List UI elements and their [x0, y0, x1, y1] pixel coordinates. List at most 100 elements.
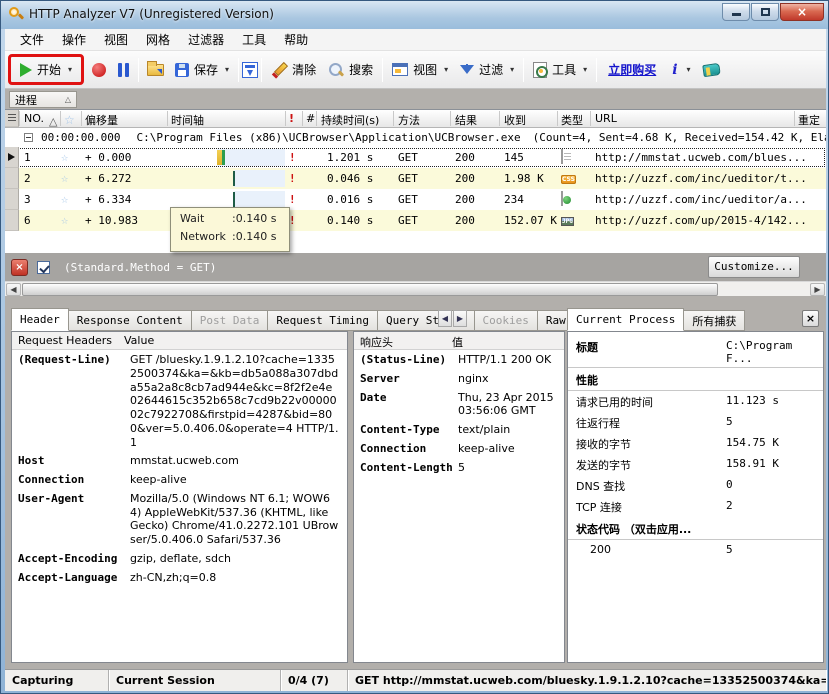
- request-headers-columns: Request Headers Value: [12, 332, 347, 350]
- col-result[interactable]: 结果: [455, 112, 477, 128]
- col-url[interactable]: URL: [595, 112, 617, 125]
- table-row[interactable]: 6 ☆ + 10.983 ! 0.140 s GET 200 152.07 K …: [5, 210, 826, 231]
- col-offset[interactable]: 偏移量: [85, 112, 118, 128]
- header-name: Content-Length: [360, 461, 458, 475]
- buy-now-link[interactable]: 立即购买: [600, 61, 664, 78]
- header-row[interactable]: Connection keep-alive: [354, 439, 564, 458]
- table-row[interactable]: 1 ☆ + 0.000 ! 1.201 s GET 200 145 http:/…: [5, 147, 826, 168]
- table-row[interactable]: 2 ☆ + 6.272 ! 0.046 s GET 200 1.98 K CSS…: [5, 168, 826, 189]
- header-name: User-Agent: [18, 492, 130, 547]
- tab-post-data[interactable]: Post Data: [192, 310, 269, 331]
- tab-scroll-right-icon[interactable]: ▶: [453, 310, 467, 327]
- col-redirect[interactable]: 重定: [798, 112, 820, 128]
- header-row[interactable]: (Status-Line) HTTP/1.1 200 OK: [354, 350, 564, 369]
- customize-button[interactable]: Customize...: [708, 256, 800, 278]
- header-row[interactable]: Accept-Encoding gzip, deflate, sdch: [12, 549, 347, 568]
- menu-filter[interactable]: 过滤器: [179, 28, 233, 51]
- header-row[interactable]: User-Agent Mozilla/5.0 (Windows NT 6.1; …: [12, 489, 347, 549]
- menu-file[interactable]: 文件: [11, 28, 53, 51]
- clear-button[interactable]: 清除: [265, 57, 322, 82]
- header-row[interactable]: Date Thu, 23 Apr 2015 03:56:06 GMT: [354, 388, 564, 421]
- group-by-process-tab[interactable]: 进程 △: [9, 91, 77, 108]
- chevron-down-icon[interactable]: ▾: [68, 65, 72, 74]
- header-row[interactable]: Content-Type text/plain: [354, 420, 564, 439]
- tooltip-wait-value: :0.140 s: [232, 212, 276, 230]
- star-icon[interactable]: ☆: [61, 192, 68, 206]
- tab-request-timing[interactable]: Request Timing: [268, 310, 378, 331]
- filter-enabled-checkbox[interactable]: [37, 261, 50, 274]
- close-button[interactable]: ×: [780, 3, 824, 21]
- col-value[interactable]: Value: [124, 332, 154, 349]
- col-star-icon[interactable]: ☆: [64, 113, 75, 127]
- col-hash[interactable]: #: [306, 112, 315, 125]
- save-button[interactable]: 保存 ▾: [169, 57, 235, 82]
- scroll-right-icon[interactable]: ▶: [810, 283, 825, 296]
- tools-button[interactable]: 工具 ▾: [527, 57, 593, 82]
- col-response-headers[interactable]: 响应头: [354, 332, 452, 349]
- col-duration[interactable]: 持续时间(s): [321, 112, 379, 128]
- chevron-down-icon[interactable]: ▾: [510, 65, 514, 74]
- open-session-button[interactable]: [147, 64, 164, 76]
- star-icon[interactable]: ☆: [61, 171, 68, 185]
- star-icon[interactable]: ☆: [61, 213, 68, 227]
- maximize-button[interactable]: [751, 3, 779, 21]
- info-button[interactable]: i ▾: [664, 58, 696, 82]
- scroll-left-icon[interactable]: ◀: [6, 283, 21, 296]
- col-timeline[interactable]: 时间轴: [171, 112, 204, 128]
- tab-scroll-left-icon[interactable]: ◀: [438, 310, 452, 327]
- chevron-down-icon[interactable]: ▾: [583, 65, 587, 74]
- header-row[interactable]: Host mmstat.ucweb.com: [12, 451, 347, 470]
- menu-action[interactable]: 操作: [53, 28, 95, 51]
- header-row[interactable]: Server nginx: [354, 369, 564, 388]
- col-error[interactable]: !: [289, 112, 294, 125]
- group-by-label: 进程: [15, 92, 37, 108]
- header-row[interactable]: Connection keep-alive: [12, 470, 347, 489]
- header-row[interactable]: (Request-Line) GET /bluesky.1.9.1.2.10?c…: [12, 350, 347, 451]
- menu-grid[interactable]: 网格: [137, 28, 179, 51]
- tab-all-captures[interactable]: 所有捕获: [684, 310, 745, 331]
- col-value[interactable]: 值: [452, 332, 463, 349]
- chevron-down-icon[interactable]: ▾: [687, 65, 691, 74]
- col-no[interactable]: NO.: [24, 112, 44, 125]
- header-name: Connection: [18, 473, 130, 487]
- cell-result: 200: [455, 214, 475, 227]
- pause-button[interactable]: [118, 63, 129, 77]
- col-method[interactable]: 方法: [398, 112, 420, 128]
- collapse-icon[interactable]: [24, 133, 33, 142]
- tab-current-process[interactable]: Current Process: [567, 308, 684, 331]
- col-received[interactable]: 收到: [504, 112, 526, 128]
- table-row[interactable]: 3 ☆ + 6.334 ! 0.016 s GET 200 234 http:/…: [5, 189, 826, 210]
- start-button[interactable]: 开始 ▾: [14, 57, 78, 82]
- error-icon: !: [289, 193, 296, 206]
- stop-record-button[interactable]: [92, 63, 106, 77]
- minimize-button[interactable]: [722, 3, 750, 21]
- export-button[interactable]: [242, 62, 258, 78]
- col-type[interactable]: 类型: [561, 112, 583, 128]
- tab-response-content[interactable]: Response Content: [69, 310, 192, 331]
- menu-view[interactable]: 视图: [95, 28, 137, 51]
- filter-button[interactable]: 过滤 ▾: [454, 57, 520, 82]
- panel-close-button[interactable]: ×: [802, 310, 819, 327]
- header-row[interactable]: Content-Length 5: [354, 458, 564, 477]
- chevron-down-icon[interactable]: ▾: [225, 65, 229, 74]
- header-row[interactable]: Accept-Language zh-CN,zh;q=0.8: [12, 568, 347, 587]
- row-menu-icon[interactable]: [8, 114, 16, 123]
- help-book-button[interactable]: [702, 62, 721, 76]
- menu-help[interactable]: 帮助: [275, 28, 317, 51]
- status-code-section-header[interactable]: 状态代码 （双击应用...: [568, 517, 823, 540]
- search-button[interactable]: 搜索: [322, 57, 379, 82]
- separator: [382, 58, 383, 82]
- star-icon[interactable]: ☆: [61, 150, 68, 164]
- menu-tools[interactable]: 工具: [233, 28, 275, 51]
- process-group-row[interactable]: 00:00:00.000 C:\Program Files (x86)\UCBr…: [5, 128, 826, 147]
- horizontal-scrollbar[interactable]: ◀ ▶: [5, 281, 826, 296]
- stat-row: 标题 C:\Program F...: [568, 336, 823, 368]
- tab-cookies[interactable]: Cookies: [475, 310, 538, 331]
- scrollbar-thumb[interactable]: [22, 283, 718, 296]
- chevron-down-icon[interactable]: ▾: [444, 65, 448, 74]
- tab-header[interactable]: Header: [11, 308, 69, 331]
- view-button[interactable]: 视图 ▾: [386, 57, 454, 82]
- remove-filter-button[interactable]: ×: [11, 259, 28, 276]
- col-request-headers[interactable]: Request Headers: [12, 332, 124, 349]
- window-title: HTTP Analyzer V7 (Unregistered Version): [29, 7, 274, 21]
